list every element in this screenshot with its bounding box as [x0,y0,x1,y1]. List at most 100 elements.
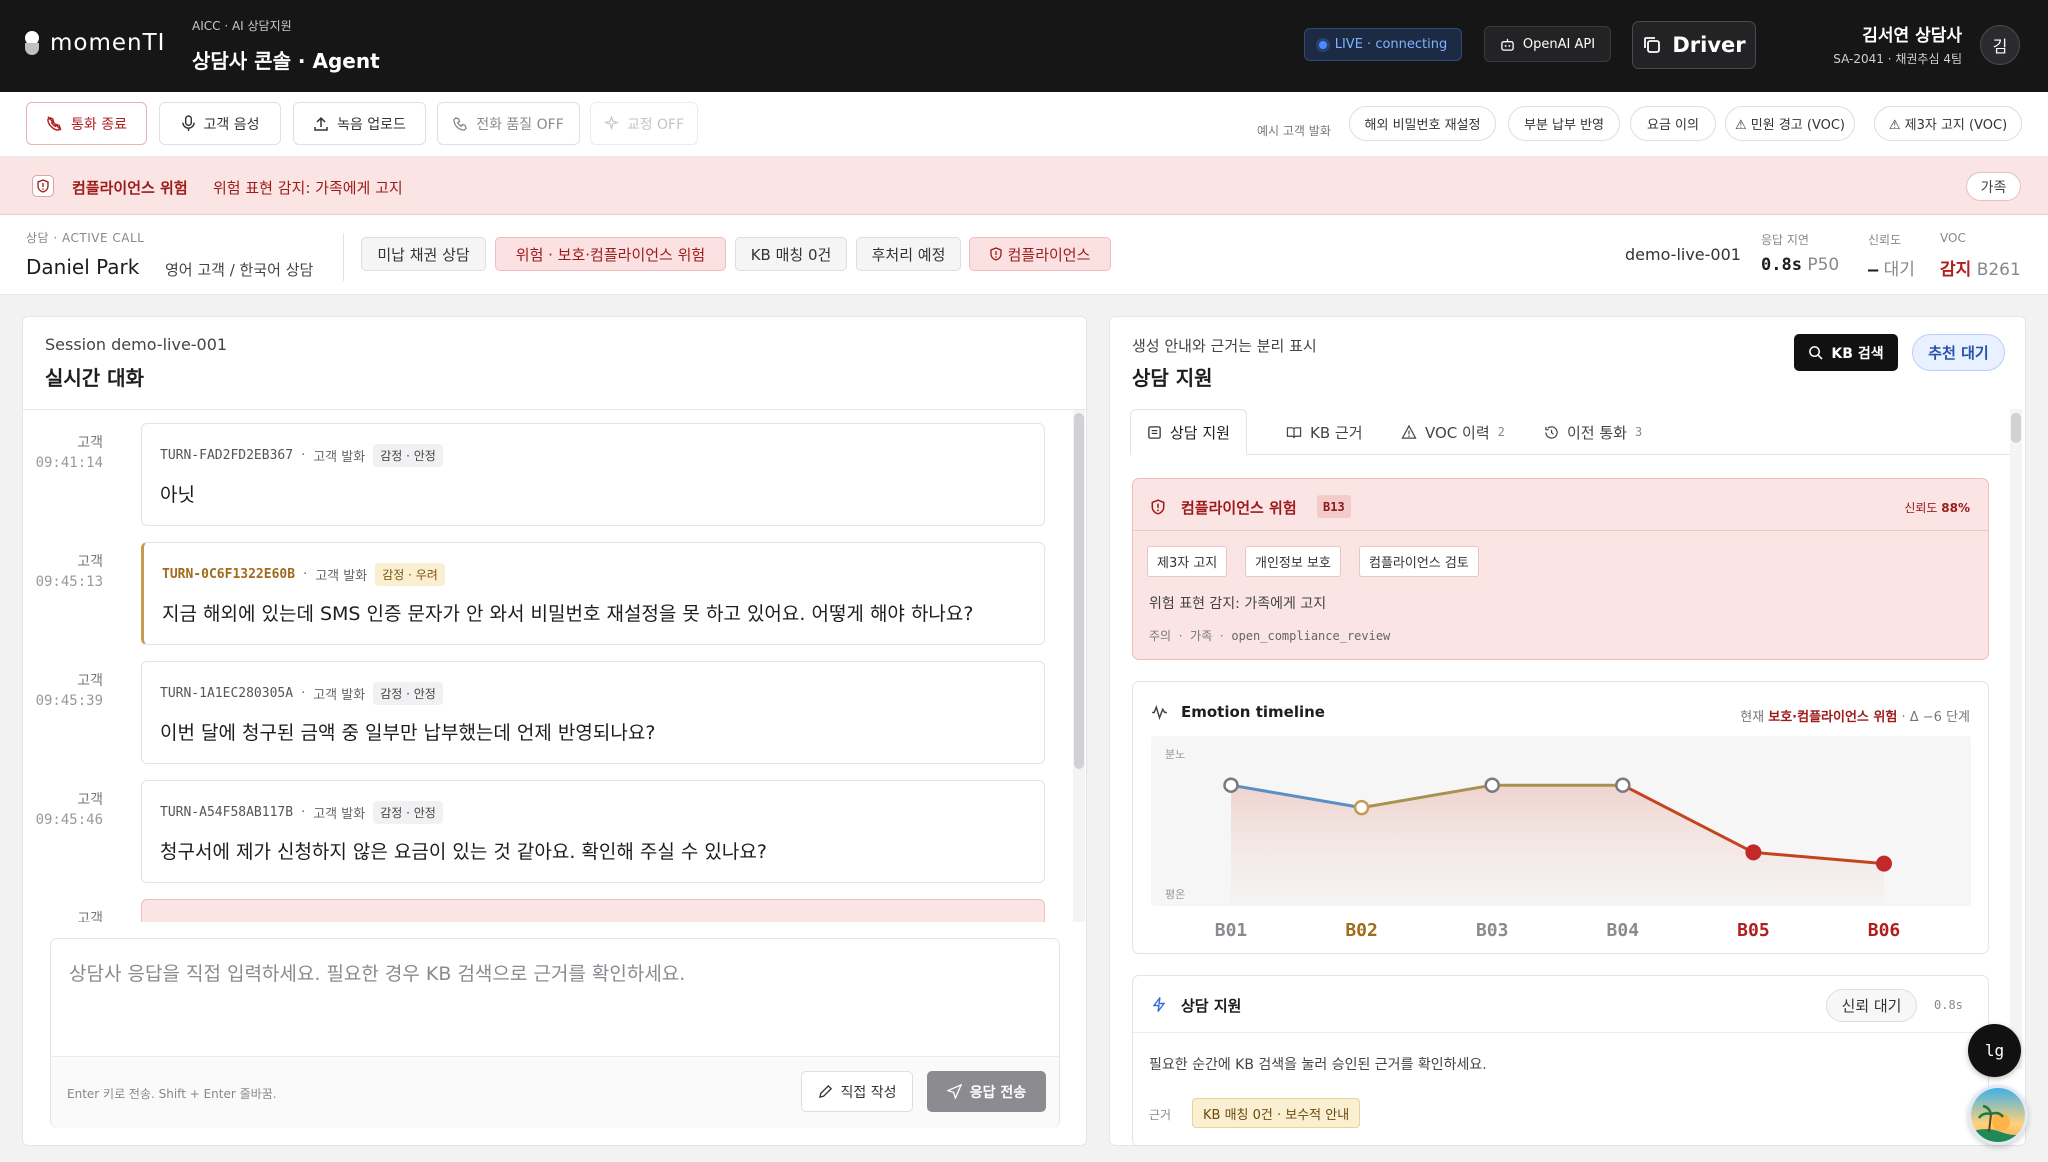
send-icon [946,1084,962,1099]
example-chip-password-reset[interactable]: 해외 비밀번호 재설정 [1349,106,1496,141]
chart-point [1745,844,1762,861]
robot-icon [1501,38,1514,51]
voc-code: B261 [1976,260,2021,280]
session-title: Session demo-live-001 [45,335,228,354]
latency-metric: 0.8s P50 [1761,255,1839,275]
divider [1133,530,1988,531]
tab-voc-history-count: 2 [1497,425,1505,439]
compliance-tag: 개인정보 보호 [1245,546,1341,577]
example-chip-billing-dispute[interactable]: 요금 이의 [1630,106,1716,141]
reply-composer[interactable]: 상담사 응답을 직접 입력하세요. 필요한 경우 KB 검색으로 근거를 확인하… [50,938,1060,1128]
tag-compliance: 컴플라이언스 [969,237,1111,271]
trust-status-chip: 신뢰 대기 [1826,989,1917,1022]
book-icon [1286,426,1302,438]
turn-bubble: TURN-0C6F1322E60B · 고객 발화 감정 · 우려 지금 해외에 … [141,542,1045,645]
compliance-card-title: 컴플라이언스 위험 [1181,499,1297,517]
conversation-list[interactable]: 고객 09:41:14 TURN-FAD2FD2EB367 · 고객 발화 감정 … [23,410,1086,922]
assist-scrollbar[interactable] [2010,409,2022,1069]
phone-quality-toggle[interactable]: 전화 품질 OFF [437,102,580,145]
chart-x-tick-label: B06 [1868,920,1901,941]
turn-kind: 고객 발화 [315,569,368,584]
alert-keyword-chip[interactable]: 가족 [1966,172,2021,201]
end-call-button[interactable]: 통화 종료 [26,102,147,145]
tab-assist[interactable]: 상담 지원 [1130,409,1247,455]
conversation-turn[interactable]: 고객 09:45:39 TURN-1A1EC280305A · 고객 발화 감정 … [23,648,1073,764]
turn-kind: 고객 발화 [313,807,366,822]
emotion-badge: 감정 · 안정 [373,444,443,467]
compliance-description: 위험 표현 감지: 가족에게 고지 [1149,596,1327,612]
conversation-turn[interactable]: 고객 [23,886,1073,922]
lg-floating-button[interactable]: lg [1968,1024,2021,1077]
history-icon [1545,425,1558,439]
example-chip-partial-payment[interactable]: 부분 납부 반영 [1508,106,1620,141]
turn-bubble: TURN-FAD2FD2EB367 · 고객 발화 감정 · 안정 아닛 [141,423,1045,526]
assist-panel: 생성 안내와 근거는 분리 표시 상담 지원 KB 검색 추천 대기 상담 지원… [1109,316,2026,1146]
turn-text: 청구서에 제가 신청하지 않은 요금이 있는 것 같아요. 확인해 주실 수 있… [160,841,767,863]
tab-previous-calls-label: 이전 통화 [1567,423,1627,442]
conversation-scroll-thumb[interactable] [1074,413,1084,769]
latency-unit: P50 [1807,255,1840,275]
kb-search-button[interactable]: KB 검색 [1794,334,1898,371]
emotion-badge: 감정 · 안정 [373,801,443,824]
turn-meta: TURN-1A1EC280305A · 고객 발화 감정 · 안정 [160,682,443,705]
turn-speaker: 고객 [77,911,103,922]
voc-label: VOC [1940,231,1966,245]
conversation-turn[interactable]: 고객 09:45:46 TURN-A54F58AB117B · 고객 발화 감정 … [23,767,1073,883]
compliance-tag: 컴플라이언스 검토 [1359,546,1479,577]
conversation-turn[interactable]: 고객 09:41:14 TURN-FAD2FD2EB367 · 고객 발화 감정 … [23,410,1073,526]
turn-meta: TURN-0C6F1322E60B · 고객 발화 감정 · 우려 [162,563,445,586]
profile-image-button[interactable] [1968,1085,2028,1145]
copy-icon [1644,37,1661,53]
confidence-metric: — 대기 [1868,255,1915,280]
customer-voice-button[interactable]: 고객 음성 [159,102,281,145]
app-title: 상담사 콘솔 · Agent [192,49,380,73]
send-reply-button[interactable]: 응답 전송 [927,1071,1046,1112]
correction-toggle[interactable]: 교정 OFF [590,102,698,145]
voc-metric: 감지 B261 [1940,255,2021,280]
kb-search-label: KB 검색 [1831,345,1884,362]
warning-icon [1401,424,1417,439]
chart-x-tick-label: B05 [1737,920,1770,941]
turn-meta: TURN-A54F58AB117B · 고객 발화 감정 · 안정 [160,801,443,824]
recommend-button[interactable]: 추천 대기 [1912,334,2005,371]
logo[interactable]: momenTI [24,30,165,56]
emotion-current-value: 보호·컴플라이언스 위험 [1768,710,1898,725]
reply-input[interactable]: 상담사 응답을 직접 입력하세요. 필요한 경우 KB 검색으로 근거를 확인하… [69,959,685,986]
tag-post-processing: 후처리 예정 [856,237,961,271]
compliance-level: 주의 [1149,629,1172,643]
logo-mark-icon [24,31,40,55]
turn-meta: TURN-FAD2FD2EB367 · 고객 발화 감정 · 안정 [160,444,443,467]
tab-voc-history[interactable]: VOC 이력 2 [1401,409,1505,455]
example-chip-complaint-warning[interactable]: ⚠ 민원 경고 (VOC) [1725,106,1855,141]
turn-bubble: TURN-1A1EC280305A · 고객 발화 감정 · 안정 이번 달에 청… [141,661,1045,764]
top-bar: momenTI AICC · AI 상담지원 상담사 콘솔 · Agent LI… [0,0,2048,92]
conversation-title: 실시간 대화 [45,366,144,390]
turn-bubble: TURN-A54F58AB117B · 고객 발화 감정 · 안정 청구서에 제가… [141,780,1045,883]
openai-api-button[interactable]: OpenAI API [1484,26,1611,62]
tab-previous-calls[interactable]: 이전 통화 3 [1544,409,1642,455]
emotion-badge: 감정 · 우려 [375,563,445,586]
write-directly-button[interactable]: 직접 작성 [801,1071,913,1112]
compliance-footer: 주의 · 가족 · open_compliance_review [1149,629,1391,643]
upload-recording-button[interactable]: 녹음 업로드 [293,102,426,145]
customer-voice-label: 고객 음성 [203,116,260,133]
latency-value: 0.8s [1761,255,1802,275]
emotion-chart-svg: B01 B02 B03 B04 B05 B06 분노평온 [1151,736,1971,941]
assist-scroll-thumb[interactable] [2011,413,2021,443]
avatar[interactable]: 김 [1980,25,2020,65]
latency-label: 응답 지연 [1761,233,1809,247]
chart-y-top-label: 분노 [1165,748,1185,761]
examples-label: 예시 고객 발화 [1257,124,1331,138]
turn-text: 아닛 [160,484,195,506]
example-chip-third-party-notice[interactable]: ⚠ 제3자 고지 (VOC) [1874,106,2022,141]
emotion-current-label: 현재 [1740,710,1765,725]
session-id: demo-live-001 [1625,245,1741,264]
openai-api-label: OpenAI API [1522,36,1596,52]
conversation-turn[interactable]: 고객 09:45:13 TURN-0C6F1322E60B · 고객 발화 감정 … [23,529,1073,645]
confidence-value: — [1868,260,1879,280]
tab-kb-evidence[interactable]: KB 근거 [1286,409,1363,455]
turn-id: TURN-FAD2FD2EB367 [160,448,294,463]
phone-quality-label: 전화 품질 OFF [476,116,564,133]
alert-title: 컴플라이언스 위험 [72,179,188,197]
driver-button[interactable]: Driver [1632,21,1756,69]
